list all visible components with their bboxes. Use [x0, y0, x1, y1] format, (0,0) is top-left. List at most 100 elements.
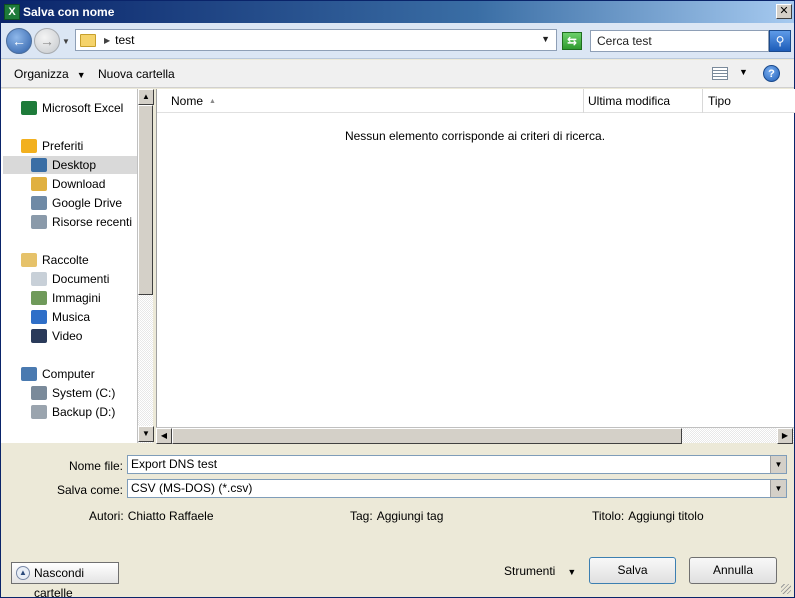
sidebar-item-label: Immagini [52, 291, 101, 305]
tags-value[interactable]: Aggiungi tag [377, 509, 444, 523]
sidebar-item-label: Video [52, 329, 83, 343]
folder-icon [80, 33, 96, 47]
navigation-pane: Microsoft Excel Preferiti Desktop Downlo… [1, 89, 137, 443]
sidebar-item-label: Backup (D:) [52, 405, 116, 419]
sidebar-item-google-drive[interactable]: Google Drive [31, 194, 137, 212]
view-options-icon[interactable] [712, 67, 728, 80]
filename-input[interactable]: Export DNS test ▼ [127, 455, 787, 474]
drive-c-icon [31, 386, 47, 400]
drive-d-icon [31, 405, 47, 419]
column-header-type[interactable]: Tipo [703, 89, 795, 113]
video-icon [31, 329, 47, 343]
chevron-down-icon: ▼ [76, 70, 86, 80]
authors-field: Autori: Chiatto Raffaele [89, 509, 214, 523]
sidebar-item-system-c[interactable]: System (C:) [31, 384, 137, 402]
sidebar-item-label: Google Drive [52, 196, 123, 210]
refresh-button[interactable]: ⇆ [562, 32, 582, 50]
sidebar-item-label: Preferiti [42, 139, 84, 153]
back-button[interactable]: ← [6, 28, 32, 54]
forward-button[interactable]: → [34, 28, 60, 54]
scrollbar-thumb[interactable] [138, 105, 153, 295]
cancel-button[interactable]: Annulla [689, 557, 777, 584]
scroll-up-icon[interactable]: ▲ [138, 89, 154, 105]
recent-places-icon [31, 215, 47, 229]
resize-grip-icon[interactable] [781, 584, 791, 594]
breadcrumb-chevron-icon[interactable]: ▶ [104, 36, 110, 45]
address-dropdown-icon[interactable]: ▼ [541, 34, 550, 44]
sidebar-item-recent-places[interactable]: Risorse recenti [31, 213, 137, 231]
chevron-down-icon[interactable]: ▼ [770, 456, 786, 473]
sidebar-item-label: Download [52, 177, 106, 191]
desktop-icon [31, 158, 47, 172]
sidebar-item-music[interactable]: Musica [31, 308, 137, 326]
sidebar-item-label: Raccolte [42, 253, 89, 267]
address-bar[interactable]: ▶ test ▼ [75, 29, 557, 51]
file-list-horizontal-scrollbar[interactable]: ◀ ▶ [156, 427, 794, 444]
navigation-pane-scrollbar[interactable]: ▲ ▼ [137, 89, 154, 443]
google-drive-icon [31, 196, 47, 210]
sidebar-item-documents[interactable]: Documenti [31, 270, 137, 288]
sidebar-item-label: Desktop [52, 158, 97, 172]
chevron-down-icon[interactable]: ▼ [770, 480, 786, 497]
save-button[interactable]: Salva [589, 557, 676, 584]
scroll-down-icon[interactable]: ▼ [138, 426, 154, 442]
music-icon [31, 310, 47, 324]
save-as-dialog: X Salva con nome ✕ ← → ▼ ▶ test ▼ ⇆ Cerc… [0, 0, 795, 598]
sidebar-item-label: Risorse recenti [52, 215, 133, 229]
scrollbar-thumb[interactable] [172, 428, 682, 444]
scroll-right-icon[interactable]: ▶ [777, 428, 793, 444]
window-title: Salva con nome [23, 5, 115, 19]
view-dropdown-icon[interactable]: ▼ [739, 67, 748, 77]
sidebar-item-favorites[interactable]: Preferiti [21, 137, 137, 155]
empty-folder-message: Nessun elemento corrisponde ai criteri d… [344, 129, 606, 143]
savetype-label: Salva come: [56, 483, 123, 497]
excel-icon [21, 101, 37, 115]
computer-icon [21, 367, 37, 381]
sidebar-item-video[interactable]: Video [31, 327, 137, 345]
column-header-row: Nome ▲ Ultima modifica Tipo [157, 89, 795, 113]
filename-value: Export DNS test [131, 457, 218, 471]
libraries-icon [21, 253, 37, 267]
documents-icon [31, 272, 47, 286]
close-button[interactable]: ✕ [776, 4, 792, 19]
column-header-name[interactable]: Nome ▲ [157, 89, 584, 113]
sidebar-item-pictures[interactable]: Immagini [31, 289, 137, 307]
pictures-icon [31, 291, 47, 305]
column-header-label: Ultima modifica [588, 94, 671, 108]
sidebar-item-desktop[interactable]: Desktop [3, 156, 137, 174]
tools-label: Strumenti [504, 564, 556, 578]
hide-folders-label: Nascondi cartelle [34, 566, 85, 598]
chevron-up-icon: ▲ [16, 566, 30, 580]
sidebar-item-label: Musica [52, 310, 91, 324]
authors-value[interactable]: Chiatto Raffaele [128, 509, 214, 523]
sidebar-item-download[interactable]: Download [31, 175, 137, 193]
help-icon[interactable]: ? [763, 65, 780, 82]
sidebar-item-label: Microsoft Excel [42, 101, 124, 115]
hide-folders-button[interactable]: ▲ Nascondi cartelle [11, 562, 119, 598]
sidebar-item-microsoft-excel[interactable]: Microsoft Excel [21, 99, 137, 117]
recent-locations-dropdown[interactable]: ▼ [62, 37, 70, 46]
sidebar-item-backup-d[interactable]: Backup (D:) [31, 403, 137, 421]
savetype-value: CSV (MS-DOS) (*.csv) [131, 481, 253, 495]
search-icon[interactable]: ⚲ [769, 30, 791, 52]
file-list[interactable]: Nome ▲ Ultima modifica Tipo Nessun elemen… [156, 89, 795, 427]
tools-menu[interactable]: Strumenti ▼ [504, 564, 576, 578]
command-bar: Organizza ▼ Nuova cartella ▼ ? [1, 60, 794, 88]
organize-menu[interactable]: Organizza ▼ [14, 67, 86, 81]
tags-field: Tag: Aggiungi tag [350, 509, 443, 523]
search-input[interactable]: Cerca test [590, 30, 769, 52]
title-field: Titolo: Aggiungi titolo [592, 509, 704, 523]
title-value[interactable]: Aggiungi titolo [628, 509, 703, 523]
column-header-modified[interactable]: Ultima modifica [584, 89, 703, 113]
column-header-label: Nome [171, 94, 204, 108]
sidebar-item-libraries[interactable]: Raccolte [21, 251, 137, 269]
breadcrumb-current[interactable]: test [115, 33, 134, 47]
excel-app-icon: X [4, 4, 20, 20]
new-folder-button[interactable]: Nuova cartella [98, 67, 175, 81]
scroll-left-icon[interactable]: ◀ [156, 428, 172, 444]
title-label: Titolo: [592, 509, 625, 523]
title-bar: X Salva con nome ✕ [1, 1, 794, 23]
sidebar-item-label: Documenti [52, 272, 110, 286]
sidebar-item-computer[interactable]: Computer [21, 365, 137, 383]
savetype-select[interactable]: CSV (MS-DOS) (*.csv) ▼ [127, 479, 787, 498]
